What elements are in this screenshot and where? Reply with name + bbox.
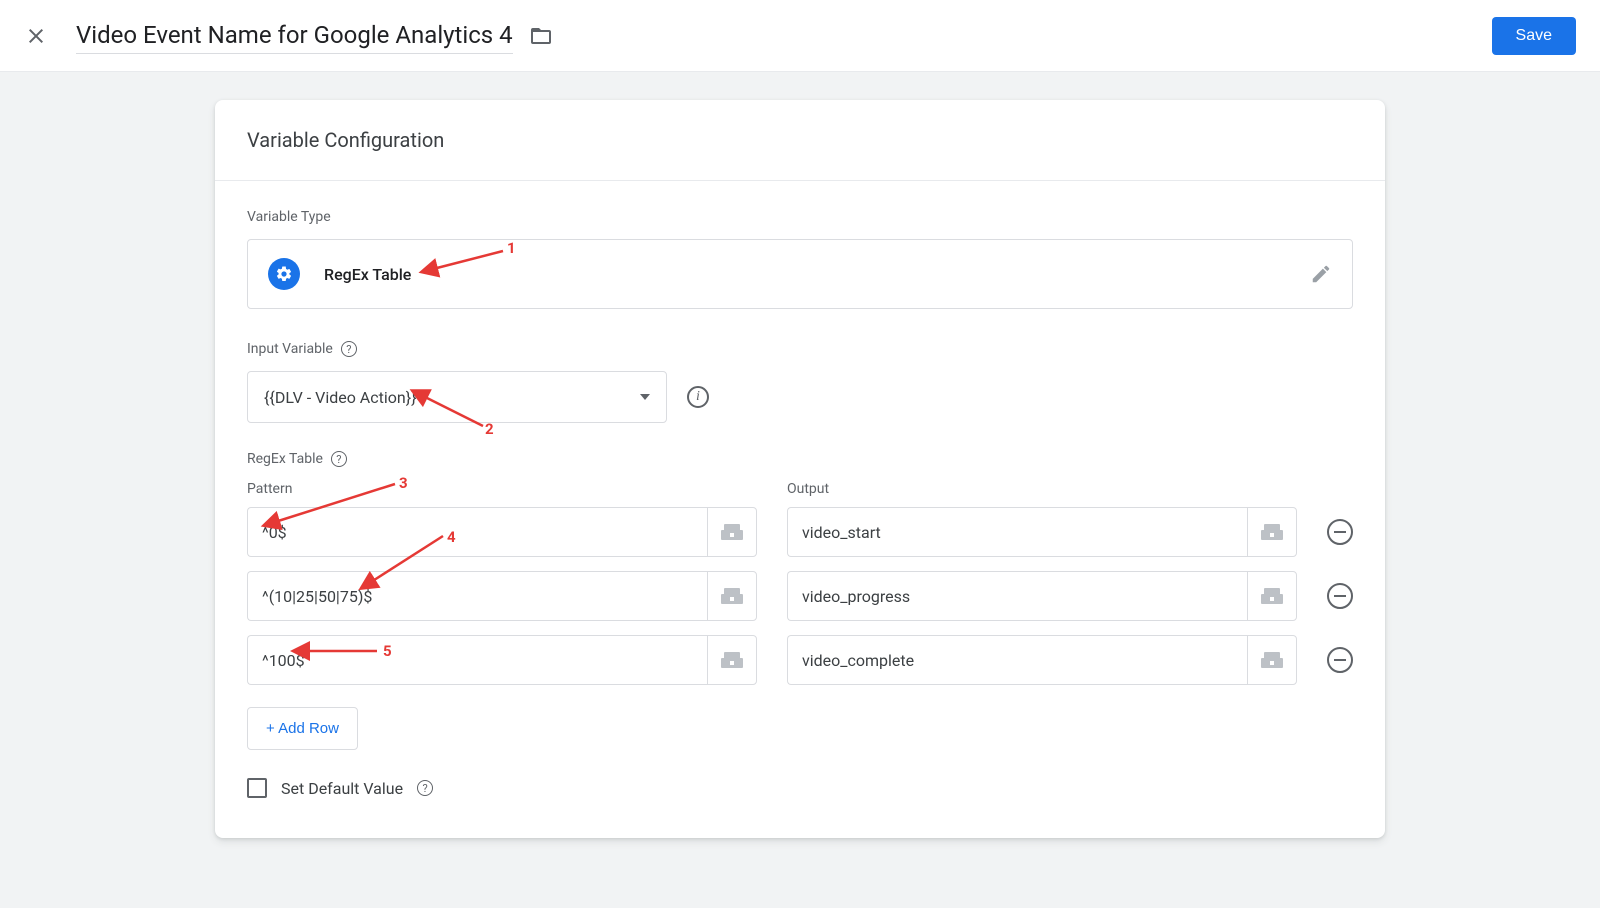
variable-picker-icon[interactable] (1247, 635, 1297, 685)
set-default-row: Set Default Value ? (247, 778, 1353, 798)
variable-picker-icon[interactable] (707, 635, 757, 685)
canvas: Variable Configuration Variable Type Reg… (0, 72, 1600, 866)
output-input[interactable] (787, 635, 1247, 685)
card-title: Variable Configuration (247, 128, 1353, 152)
save-button[interactable]: Save (1492, 17, 1576, 55)
input-variable-value: {{DLV - Video Action}} (264, 388, 417, 407)
close-icon[interactable] (24, 24, 48, 48)
help-icon[interactable]: ? (417, 780, 433, 796)
page-title[interactable]: Video Event Name for Google Analytics 4 (76, 17, 513, 54)
input-variable-label-text: Input Variable (247, 341, 333, 357)
set-default-checkbox[interactable] (247, 778, 267, 798)
add-row-button[interactable]: + Add Row (247, 707, 358, 750)
pattern-input[interactable] (247, 507, 707, 557)
divider (215, 180, 1385, 181)
variable-type-selector[interactable]: RegEx Table (247, 239, 1353, 309)
title-wrap: Video Event Name for Google Analytics 4 (76, 17, 1492, 54)
chevron-down-icon (640, 394, 650, 400)
table-header: Pattern Output (247, 481, 1353, 497)
set-default-label: Set Default Value (281, 779, 403, 798)
pattern-cell (247, 571, 757, 621)
output-cell (787, 635, 1297, 685)
output-cell (787, 571, 1297, 621)
input-variable-select[interactable]: {{DLV - Video Action}} (247, 371, 667, 423)
remove-row-icon[interactable] (1327, 583, 1353, 609)
gear-icon (268, 258, 300, 290)
table-row (247, 571, 1353, 621)
variable-picker-icon[interactable] (1247, 571, 1297, 621)
variable-picker-icon[interactable] (707, 507, 757, 557)
regex-table-label: RegEx Table ? (247, 451, 1353, 467)
pattern-cell (247, 507, 757, 557)
pattern-input[interactable] (247, 571, 707, 621)
input-variable-row: {{DLV - Video Action}} i (247, 371, 1353, 423)
output-cell (787, 507, 1297, 557)
info-icon[interactable]: i (687, 386, 709, 408)
remove-row-icon[interactable] (1327, 519, 1353, 545)
pattern-column-label: Pattern (247, 481, 757, 497)
pattern-input[interactable] (247, 635, 707, 685)
variable-picker-icon[interactable] (1247, 507, 1297, 557)
variable-picker-icon[interactable] (707, 571, 757, 621)
config-card: Variable Configuration Variable Type Reg… (215, 100, 1385, 838)
output-column-label: Output (787, 481, 1297, 497)
remove-row-icon[interactable] (1327, 647, 1353, 673)
topbar: Video Event Name for Google Analytics 4 … (0, 0, 1600, 72)
folder-icon[interactable] (529, 24, 553, 48)
input-variable-label: Input Variable ? (247, 341, 1353, 357)
output-input[interactable] (787, 507, 1247, 557)
edit-icon[interactable] (1310, 263, 1332, 285)
table-row (247, 507, 1353, 557)
variable-type-name: RegEx Table (324, 265, 1310, 284)
table-row (247, 635, 1353, 685)
help-icon[interactable]: ? (341, 341, 357, 357)
regex-table-body (247, 507, 1353, 685)
output-input[interactable] (787, 571, 1247, 621)
variable-type-label: Variable Type (247, 209, 1353, 225)
pattern-cell (247, 635, 757, 685)
help-icon[interactable]: ? (331, 451, 347, 467)
regex-table-label-text: RegEx Table (247, 451, 323, 467)
